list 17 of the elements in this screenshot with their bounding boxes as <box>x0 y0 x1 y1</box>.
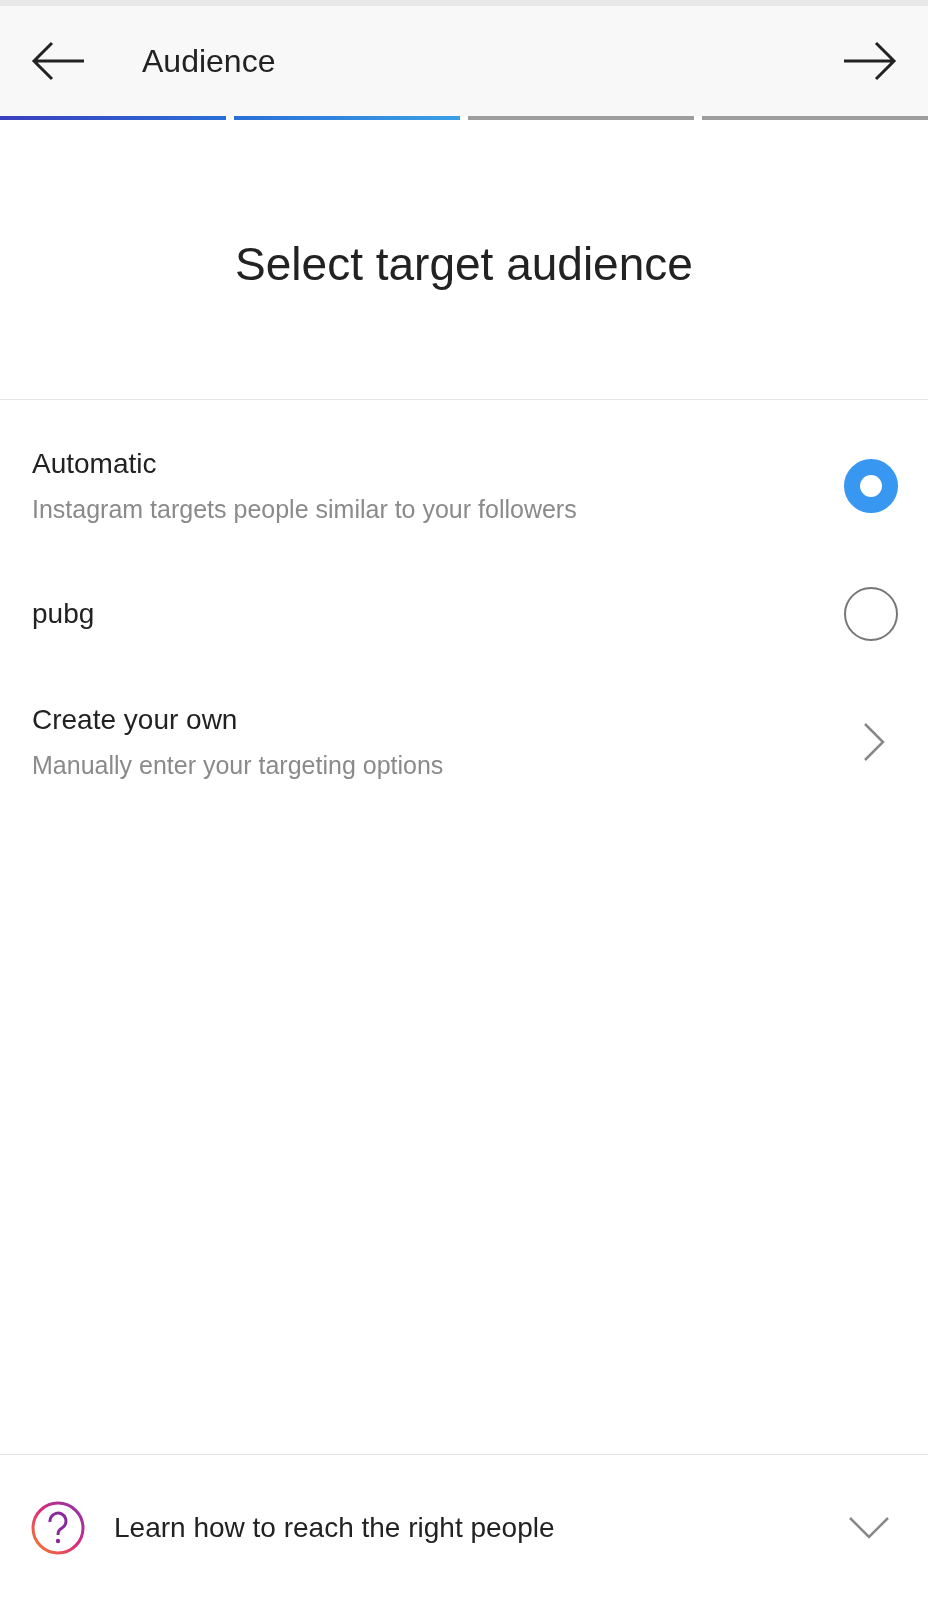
radio-button[interactable] <box>844 587 898 641</box>
option-title: pubg <box>32 597 96 631</box>
option-row[interactable]: Create your own Manually enter your targeting options <box>0 678 928 806</box>
chevron-right-icon <box>862 722 886 762</box>
help-row[interactable]: Learn how to reach the right people <box>0 1454 928 1600</box>
page-heading: Select target audience <box>234 237 694 292</box>
option-row[interactable]: pubg <box>0 550 928 678</box>
option-title: Automatic <box>32 447 158 482</box>
option-title: Create your own <box>32 703 239 738</box>
question-icon <box>30 1499 86 1556</box>
chevron-down-icon <box>848 1515 890 1540</box>
option-description: Instagram targets people similar to your followers <box>32 494 578 526</box>
option-row[interactable]: Automatic Instagram targets people similar to your followers <box>0 422 928 550</box>
radio-button[interactable] <box>844 459 898 513</box>
help-link-text: Learn how to reach the right people <box>114 1510 556 1545</box>
option-description: Manually enter your targeting options <box>32 750 445 782</box>
screen-title: Audience <box>142 42 277 81</box>
